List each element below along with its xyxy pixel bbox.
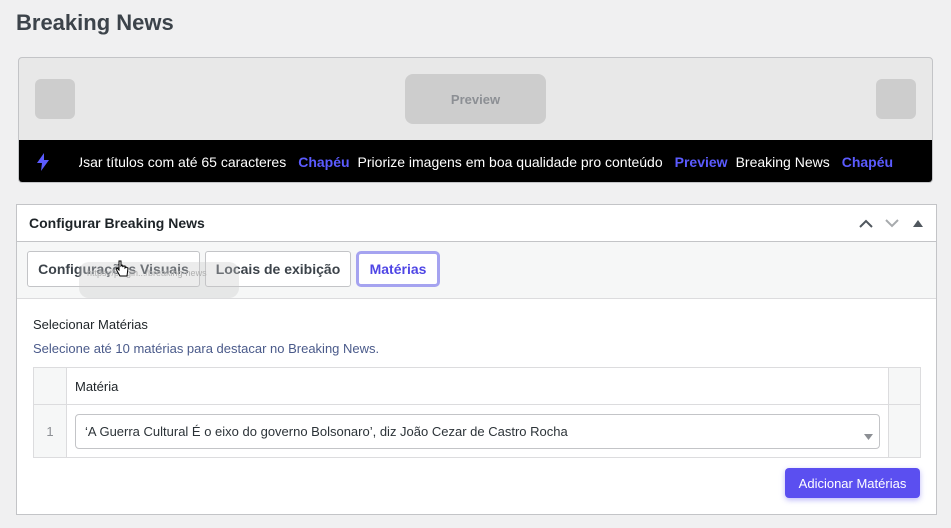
lightning-icon <box>19 153 79 171</box>
chevron-up-icon[interactable] <box>856 213 876 233</box>
row-actions-cell[interactable] <box>888 404 921 458</box>
table-row: 1 ‘A Guerra Cultural É o eixo do governo… <box>33 404 921 458</box>
settings-panel: Configurar Breaking News Configurações V… <box>16 204 937 515</box>
preview-button[interactable]: Preview <box>405 74 546 124</box>
panel-title: Configurar Breaking News <box>29 215 205 231</box>
preview-next-button[interactable] <box>876 79 916 119</box>
tab-materias[interactable]: Matérias <box>356 251 440 287</box>
breaking-news-ticker: Usar títulos com até 65 caracteres Chapéu… <box>19 140 932 182</box>
ticker-headline: Priorize imagens em boa qualidade pro co… <box>357 154 663 170</box>
preview-box: Preview Usar títulos com até 65 caracter… <box>18 57 933 183</box>
tab-configuracoes-visuais[interactable]: Configurações Visuais <box>27 251 200 287</box>
ticker-tag: Chapéu <box>841 154 894 170</box>
ticker-viewport: Usar títulos com até 65 caracteres Chapéu… <box>79 140 932 182</box>
add-materias-button[interactable]: Adicionar Matérias <box>785 468 920 498</box>
collapse-toggle-icon[interactable] <box>908 213 928 233</box>
section-label: Selecionar Matérias <box>33 317 148 332</box>
chevron-down-icon[interactable] <box>882 213 902 233</box>
materia-select[interactable]: ‘A Guerra Cultural É o eixo do governo B… <box>75 413 880 449</box>
caret-down-icon <box>864 428 873 443</box>
ticker-tag: Preview <box>674 154 728 170</box>
tabs-row: Configurações Visuais Locais de exibição… <box>17 242 936 299</box>
ticker-headline: Breaking News <box>735 154 830 170</box>
table-header-index <box>33 367 67 405</box>
materias-content: Selecionar Matérias Selecione até 10 mat… <box>17 299 936 458</box>
panel-header: Configurar Breaking News <box>17 205 936 242</box>
materias-table: Matéria 1 ‘A Guerra Cultural É o eixo do… <box>33 367 921 458</box>
preview-prev-button[interactable] <box>35 79 75 119</box>
materia-select-value: ‘A Guerra Cultural É o eixo do governo B… <box>85 423 568 439</box>
page-title: Breaking News <box>16 10 174 35</box>
row-select-cell: ‘A Guerra Cultural É o eixo do governo B… <box>66 404 889 458</box>
hand-cursor-icon <box>115 260 129 283</box>
ticker-tag: Chapéu <box>298 154 350 170</box>
table-header-materia: Matéria <box>66 367 889 405</box>
section-description: Selecione até 10 matérias para destacar … <box>33 341 380 356</box>
row-number: 1 <box>33 404 67 458</box>
table-header-actions <box>888 367 921 405</box>
ticker-headline: Usar títulos com até 65 caracteres <box>79 154 287 170</box>
ticker-track: Usar títulos com até 65 caracteres Chapéu… <box>79 154 901 170</box>
tab-locais-de-exibicao[interactable]: Locais de exibição <box>205 251 351 287</box>
